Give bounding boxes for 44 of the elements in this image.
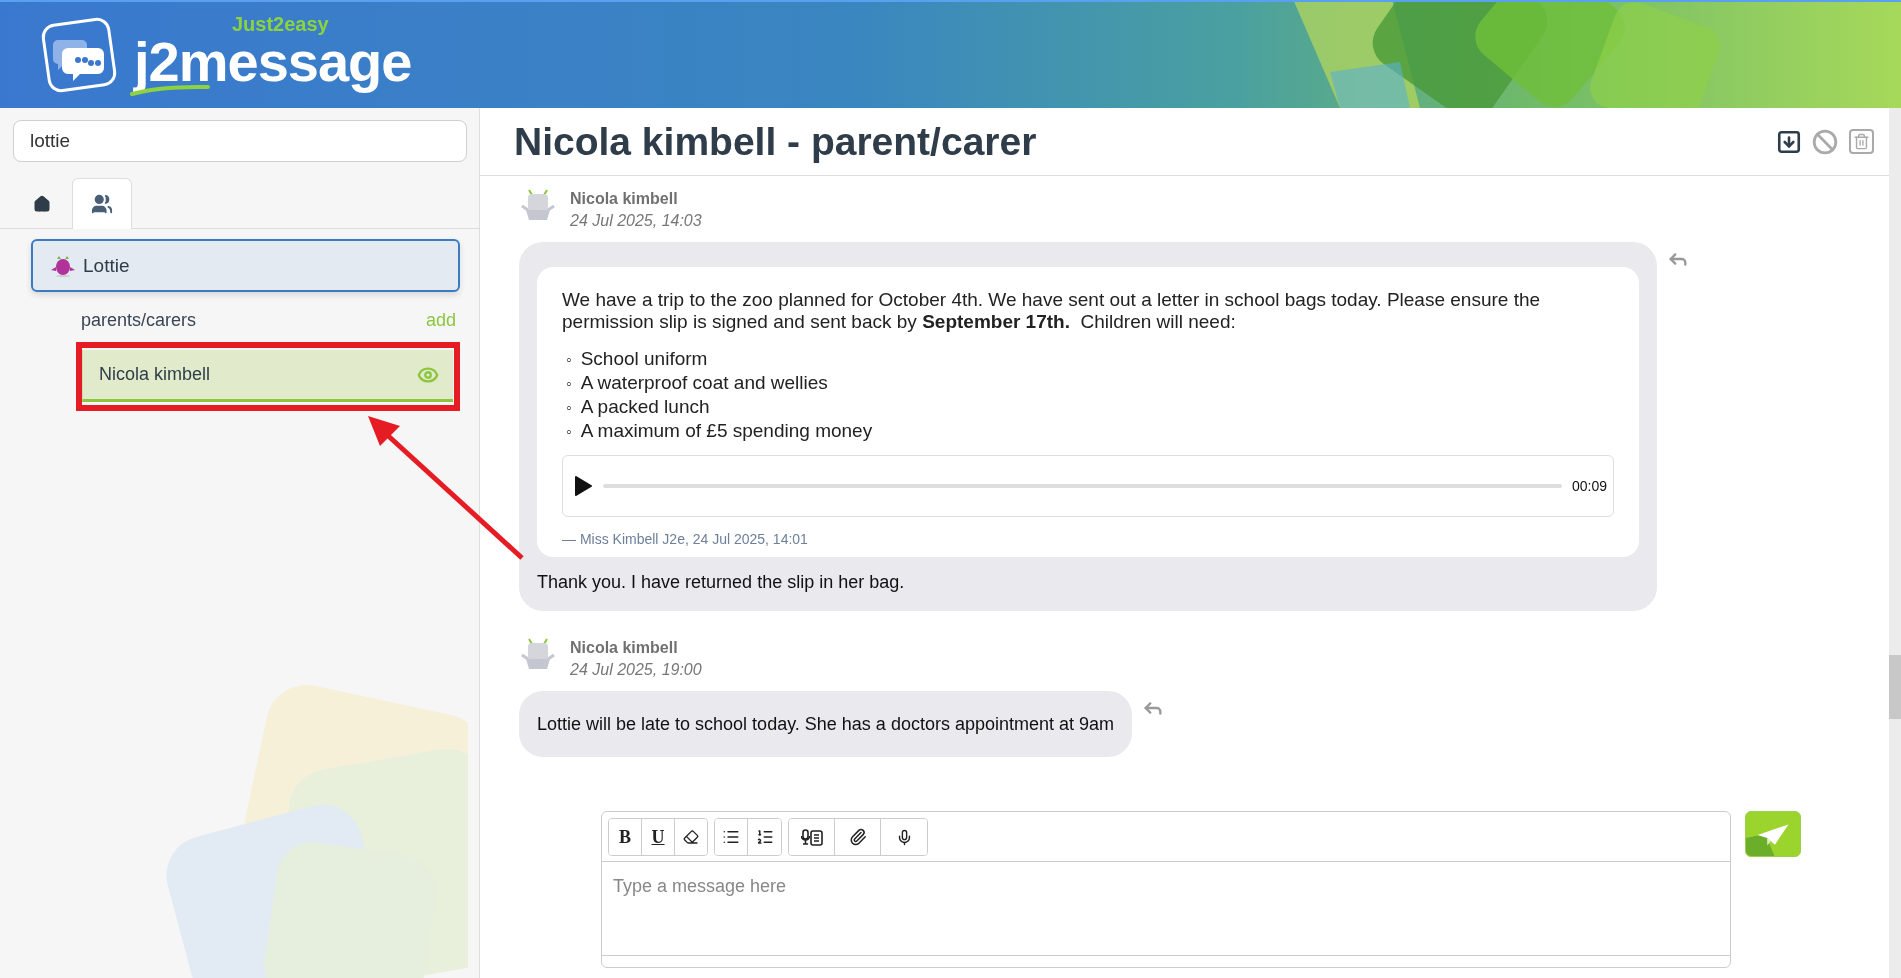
- bold-button[interactable]: B: [609, 819, 642, 855]
- list-item: A packed lunch: [580, 395, 710, 418]
- list-marker: ◦: [566, 350, 572, 370]
- bullet-list-icon: [722, 828, 740, 846]
- list-marker: ◦: [566, 422, 572, 442]
- message-editor[interactable]: B U Type a message here: [601, 811, 1731, 968]
- list-item: A maximum of £5 spending money: [580, 419, 873, 442]
- search-field[interactable]: lottie: [13, 120, 467, 162]
- scrollbar-thumb[interactable]: [1889, 655, 1901, 719]
- groups-tab[interactable]: [72, 178, 132, 229]
- group-label: parents/carers: [81, 309, 197, 331]
- play-icon: [573, 475, 593, 497]
- download-icon: [1776, 128, 1802, 155]
- pupil-item[interactable]: Lottie: [31, 239, 460, 292]
- home-icon: [33, 195, 51, 213]
- list-item: A waterproof coat and wellies: [580, 371, 828, 394]
- paperclip-icon: [848, 828, 867, 846]
- sender-name: Nicola kimbell: [570, 190, 679, 208]
- monster-icon: [51, 254, 75, 277]
- message-text: Lottie will be late to school today. She has a doctors appointment at 9am: [537, 713, 1114, 735]
- quote-signature: — Miss Kimbell J2e, 24 Jul 2025, 14:01: [562, 531, 809, 547]
- speech-to-text-button[interactable]: [789, 819, 835, 855]
- bullet-list-button[interactable]: [715, 819, 748, 855]
- message-time: 24 Jul 2025, 14:03: [570, 212, 702, 230]
- conversation-title: Nicola kimbell - parent/carer: [514, 119, 1037, 164]
- block-icon: [1812, 128, 1838, 155]
- users-icon: [91, 193, 113, 215]
- scrollbar[interactable]: [1889, 108, 1901, 978]
- list-item: School uniform: [580, 347, 708, 370]
- numbered-list-icon: [755, 828, 774, 846]
- quoted-text: We have a trip to the zoo planned for October 4th. We have sent out a letter in school bags today. Please ensure the permission slip is signed and sent back by September 17th. Children will need:: [562, 289, 1542, 333]
- eraser-icon: [683, 829, 699, 845]
- contact-item[interactable]: Nicola kimbell: [82, 350, 453, 402]
- list-marker: ◦: [566, 398, 572, 418]
- message-text: Thank you. I have returned the slip in her bag.: [537, 571, 906, 593]
- trash-icon: [1848, 129, 1874, 154]
- brand-name: Just2easy: [232, 14, 329, 34]
- message-time: 24 Jul 2025, 19:00: [570, 661, 702, 679]
- play-button[interactable]: [573, 475, 593, 497]
- send-button[interactable]: [1745, 811, 1801, 857]
- speech-to-text-icon: [800, 827, 823, 847]
- audio-duration: 00:09: [1571, 478, 1607, 494]
- list-marker: ◦: [566, 374, 572, 394]
- sender-name: Nicola kimbell: [570, 639, 679, 657]
